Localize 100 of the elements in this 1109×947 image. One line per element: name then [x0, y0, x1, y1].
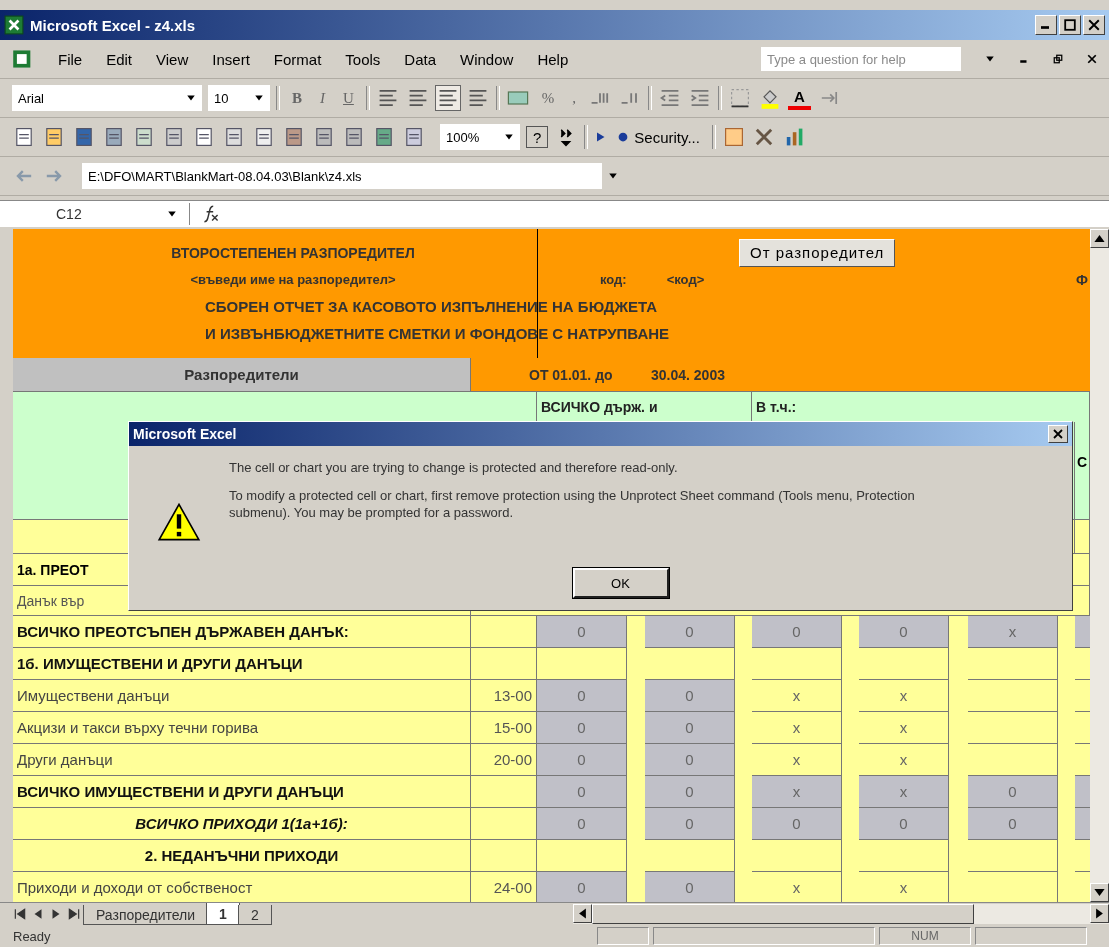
name-box[interactable]: C12 [0, 203, 190, 225]
horizontal-scrollbar[interactable] [573, 904, 1109, 924]
table-cell: 0 [859, 616, 949, 648]
table-cell: 0 [645, 744, 735, 776]
menu-item[interactable]: Data [404, 50, 437, 68]
table-cell: 0 [968, 808, 1058, 840]
table-cell: x [752, 680, 842, 712]
sheet-tab[interactable]: 1 [206, 903, 240, 925]
number-format-button[interactable]: % [535, 85, 561, 111]
period-to: 30.04. 2003 [651, 366, 725, 383]
close-icon [1087, 19, 1101, 31]
menu-item[interactable]: Format [273, 50, 322, 68]
sheet-tab[interactable]: Разпоредители [83, 905, 209, 925]
table-cell: 0 [645, 712, 735, 744]
table-cell: 0 [752, 808, 842, 840]
table-cell: 0 [537, 808, 627, 840]
scroll-left-icon[interactable] [573, 904, 592, 923]
menu-item[interactable]: Insert [212, 50, 250, 68]
table-cell: 0 [968, 776, 1058, 808]
caret-icon [186, 93, 196, 103]
maximize-button[interactable] [1059, 15, 1081, 35]
dialog-title: Microsoft Excel [133, 426, 237, 442]
dialog-message: The cell or chart you are trying to change is protected and therefore read-only. [229, 460, 679, 477]
table-cell: x [752, 776, 842, 808]
close-button[interactable] [1083, 15, 1105, 35]
window-title: Microsoft Excel - z4.xls [30, 16, 196, 34]
align-icon[interactable] [435, 86, 460, 110]
from-distributor-button[interactable]: От разпоредител [739, 238, 896, 267]
caret-icon [254, 93, 264, 103]
style-button[interactable]: I [314, 85, 331, 111]
table-cell: 0 [645, 808, 735, 840]
status-text: Ready [13, 928, 52, 944]
scroll-thumb[interactable] [592, 904, 974, 924]
status-panel [597, 927, 649, 945]
number-format-button[interactable]: , [566, 85, 583, 111]
table-cell: x [968, 616, 1058, 648]
help-button[interactable]: ? [526, 126, 549, 148]
scroll-up-icon[interactable] [1090, 229, 1109, 248]
menu-item[interactable]: Window [460, 50, 514, 68]
table-cell: 0 [537, 776, 627, 808]
font-size-dropdown[interactable]: 10 [208, 85, 270, 111]
num-lock-indicator: NUM [879, 927, 971, 945]
column-label: Разпоредители [13, 358, 471, 392]
style-button[interactable]: B [286, 85, 308, 111]
menu-item[interactable]: Tools [345, 50, 381, 68]
font-dropdown[interactable]: Arial [12, 85, 202, 111]
name-hint: <въведи име на разпоредител> [189, 272, 397, 287]
caret-icon [504, 132, 514, 142]
table-cell: 0 [537, 872, 627, 902]
first-sheet-icon[interactable] [13, 908, 27, 920]
minimize-icon [1041, 26, 1049, 29]
table-cell: 0 [537, 616, 627, 648]
table-cell: x [859, 680, 949, 712]
ok-button[interactable]: OK [572, 568, 669, 598]
scroll-right-icon[interactable] [1090, 904, 1109, 923]
scroll-down-icon[interactable] [1090, 883, 1109, 902]
table-cell: x [752, 712, 842, 744]
code-hint: <код> [666, 272, 705, 287]
table-cell: x [859, 744, 949, 776]
code-label: код: [600, 272, 627, 287]
menu-item[interactable]: Edit [106, 50, 133, 68]
dialog-message: To modify a protected cell or chart, first remove protection using the Unprotect Sheet command (Tools menu, Protection submenu). You may be prompted for a password. [229, 488, 916, 521]
menu-item[interactable]: View [156, 50, 189, 68]
warning-icon [157, 502, 201, 542]
last-sheet-icon[interactable] [67, 908, 81, 920]
sheet-tab[interactable]: 2 [237, 905, 272, 925]
address-field[interactable]: E:\DFO\MART\BlankMart-08.04.03\Blank\z4.xls [82, 163, 602, 189]
excel-logo-icon [4, 15, 24, 35]
dot-icon [618, 132, 629, 142]
close-icon[interactable] [1087, 54, 1097, 64]
table-cell: 0 [537, 744, 627, 776]
dropdown-arrow-icon[interactable] [985, 54, 995, 64]
table-cell: 0 [752, 616, 842, 648]
table-cell: x [859, 776, 949, 808]
help-search-field[interactable]: Type a question for help [761, 47, 961, 71]
table-cell: 0 [645, 616, 735, 648]
dropdown-arrow-icon[interactable] [608, 171, 618, 181]
table-cell: 0 [645, 776, 735, 808]
table-cell: 0 [537, 712, 627, 744]
period-from: ОТ 01.01. до [529, 366, 613, 383]
close-button[interactable] [1048, 425, 1068, 443]
table-cell: 0 [537, 680, 627, 712]
table-cell: 0 [645, 680, 735, 712]
table-cell: 0 [859, 808, 949, 840]
font-color-button[interactable]: A [788, 86, 811, 110]
maximize-icon [1063, 19, 1077, 31]
close-icon [1052, 429, 1064, 439]
security-button[interactable]: Security... [612, 124, 706, 150]
menu-item[interactable]: File [58, 50, 83, 68]
table-cell: x [859, 712, 949, 744]
minimize-button[interactable] [1035, 15, 1057, 35]
vertical-scrollbar[interactable] [1090, 229, 1109, 902]
menu-item[interactable]: Help [537, 50, 569, 68]
restore-icon[interactable] [1053, 54, 1063, 64]
zoom-dropdown[interactable]: 100% [440, 124, 520, 150]
play-icon[interactable] [594, 131, 607, 143]
header-cut-text: Ф [1076, 271, 1089, 288]
table-cell: 0 [645, 872, 735, 902]
style-button[interactable]: U [337, 85, 360, 111]
caret-icon [167, 209, 177, 219]
